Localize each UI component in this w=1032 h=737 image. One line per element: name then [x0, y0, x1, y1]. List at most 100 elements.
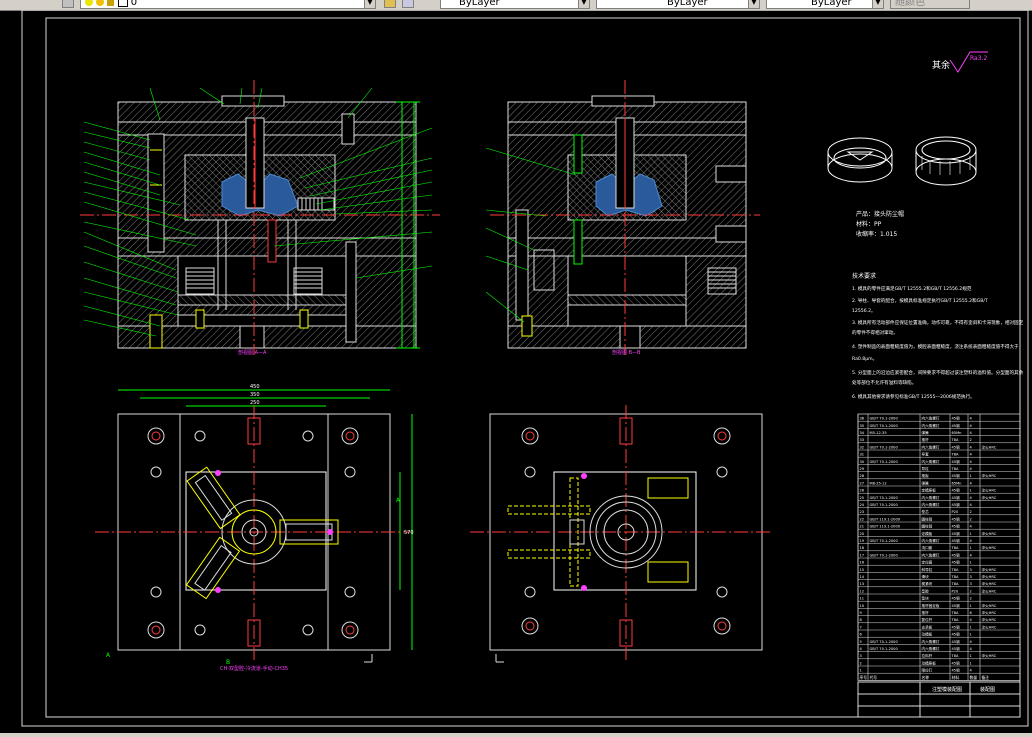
note-line: 4. 塑件制品的表面粗糙度值为，模腔表面粗糙度，浇注系统表面粗糙度值不得大于 [852, 343, 1019, 350]
title-block-title: 注塑模装配图 [932, 686, 962, 693]
bom-cell: 推杆 [922, 437, 930, 442]
bom-cell: P20 [952, 510, 959, 514]
bom-cell: 动模板 [922, 632, 933, 637]
layer-combo[interactable]: 0 ▼ [80, 0, 376, 9]
bom-cell: 6 [860, 633, 863, 637]
plotstyle-combo[interactable]: 随颜色 [890, 0, 970, 9]
bom-cell: 36 [860, 417, 865, 421]
bom-cell: 淬火HRC [982, 567, 997, 572]
bom-cell: 内六角螺钉 [922, 538, 940, 543]
bom-cell: 淬火HRC [982, 545, 997, 550]
bom-cell: 1 [970, 474, 972, 478]
bom-cell: 30 [860, 460, 865, 464]
bom-cell: 34 [860, 431, 865, 435]
dim-height: 570 [404, 530, 414, 536]
bom-cell: 4 [970, 417, 973, 421]
bom-cell: 内六角螺钉 [922, 459, 940, 464]
bom-cell: 10 [860, 604, 865, 608]
chevron-down-icon[interactable]: ▼ [748, 0, 759, 8]
bom-cell: 65Mn [952, 431, 962, 435]
bom-cell: 内六角螺钉 [922, 495, 940, 500]
bom-cell: 淬火HRC [982, 603, 997, 608]
note-line: 2. 导柱、导套的配合，按模具标准规定执行GB/T 12555.2和GB/T [852, 297, 988, 304]
bom-cell: 4 [970, 640, 973, 644]
bom-cell: 1 [970, 633, 972, 637]
bom-cell: 4 [970, 453, 973, 457]
bom-cell: 14 [860, 575, 865, 579]
bom-cell: 1 [970, 604, 972, 608]
bom-header-cell: 备注 [982, 675, 990, 680]
bom-cell: 推板 [922, 473, 930, 478]
bom-cell: 淬火HRC [982, 473, 997, 478]
bom-cell: 型芯 [922, 509, 930, 514]
bom-cell: M5-12-35 [870, 431, 887, 435]
bom-cell: 65Mn [952, 481, 962, 485]
cad-drawing: 剖视图 A—A 剖视图 B—B 450 350 250 570 A A B CH… [21, 10, 1029, 727]
bom-cell: GB/T 70.1-2000 [870, 647, 899, 651]
section-bb-view: 剖视图 B—B [485, 80, 760, 356]
bom-cell: 淬火HRC [982, 617, 997, 622]
bom-cell: 弹簧 [922, 480, 930, 485]
chevron-down-icon[interactable]: ▼ [364, 0, 375, 8]
title-block: 注塑模装配图 装配图 [857, 681, 1021, 718]
drawing-canvas[interactable]: 剖视图 A—A 剖视图 B—B 450 350 250 570 A A B CH… [0, 10, 1032, 737]
chevron-down-icon[interactable]: ▼ [872, 0, 883, 8]
bom-cell: 圆柱销 [922, 524, 933, 529]
bom-cell: T8A [951, 568, 959, 572]
chevron-down-icon[interactable]: ▼ [578, 0, 589, 8]
plotstyle-value: 随颜色 [895, 0, 925, 8]
bom-cell: 2 [860, 661, 862, 665]
bom-header-cell: 数量 [970, 675, 978, 680]
bom-cell: 定模座板 [922, 488, 937, 493]
bom-cell: 淬火HRC [982, 624, 997, 629]
color-value: ByLayer [459, 0, 500, 8]
bom-cell: 7 [860, 625, 862, 629]
bom-cell: T8A [951, 438, 959, 442]
bom-cell: 45钢 [952, 552, 961, 557]
bom-cell: 45钢 [952, 660, 961, 665]
section-bb-caption: 剖视图 B—B [612, 349, 641, 356]
bom-cell: 复位杆 [922, 617, 933, 622]
bom-cell: 4 [970, 669, 973, 673]
bom-cell: 3 [970, 568, 972, 572]
bom-cell: 45钢 [952, 495, 961, 500]
roughness-label: 其余 [932, 59, 950, 71]
bom-cell: 淬火HRC [982, 588, 997, 593]
color-square-icon [117, 0, 128, 7]
bom-cell: 2 [970, 510, 972, 514]
note-line: 5. 分型面上的沿边应紧密配合，间隙要求不得超过该注塑料的溢料值。分型面的其余 [852, 369, 1024, 376]
bom-cell: 2 [970, 589, 972, 593]
bom-cell: 淬火HRC [982, 581, 997, 586]
layer-previous-icon[interactable] [402, 0, 414, 8]
bom-cell: 5 [860, 640, 862, 644]
roughness-value: Ra3.2 [970, 55, 987, 62]
plan-caption: CH-双型腔-冷流道-手动-CH35 [220, 665, 288, 672]
bom-cell: 45钢 [952, 416, 961, 421]
tech-requirements-title: 技术要求 [852, 272, 876, 280]
bom-cell: 22 [860, 517, 865, 521]
section-label-b: B [226, 659, 230, 666]
bom-cell: 19 [860, 539, 865, 543]
bom-cell: 26 [860, 489, 865, 493]
note-line: 处等部位不允许有溢料等缺陷。 [852, 379, 916, 386]
bom-cell: GB/T 70.1-2000 [870, 539, 899, 543]
bom-cell: 21 [860, 525, 865, 529]
bom-cell: 动模座板 [922, 660, 937, 665]
layer-tools-icon[interactable] [384, 0, 396, 8]
dim-plate-width: 250 [250, 400, 260, 406]
bom-cell: T8A [951, 467, 959, 471]
bom-cell: 4 [970, 460, 973, 464]
linetype-combo[interactable]: ByLayer ▼ [596, 0, 760, 9]
bom-cell: 13 [860, 582, 865, 586]
bom-cell: 31 [860, 453, 865, 457]
bom-cell: 45钢 [952, 632, 961, 637]
bom-cell: 11 [860, 597, 865, 601]
bom-cell: GB/T 70.1-2000 [870, 445, 899, 449]
bom-cell: T8A [951, 611, 959, 615]
color-combo[interactable]: ByLayer ▼ [440, 0, 590, 9]
bom-cell: 23 [860, 510, 865, 514]
lineweight-combo[interactable]: ByLayer ▼ [766, 0, 884, 9]
bom-header-cell: 序号 [860, 675, 868, 680]
layer-stack-icon[interactable] [62, 0, 74, 8]
bom-cell: 拉料杆 [922, 653, 933, 658]
